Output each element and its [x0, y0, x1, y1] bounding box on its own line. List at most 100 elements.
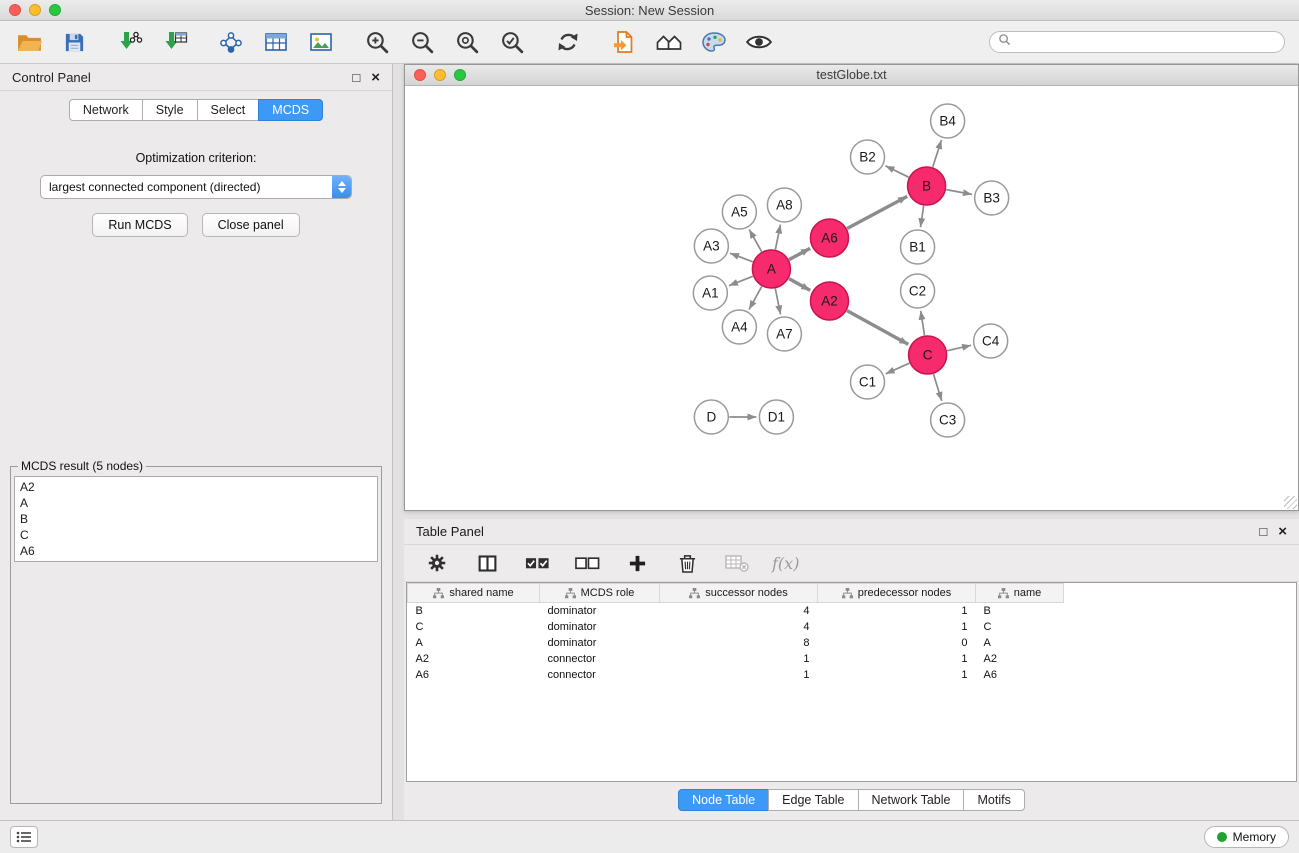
graph-edge-C-C2[interactable]: [921, 311, 925, 335]
graph-edge-A-A8[interactable]: [775, 225, 780, 250]
graph-node-C2[interactable]: C2: [901, 274, 935, 308]
close-panel-icon[interactable]: ×: [371, 70, 380, 85]
graph-node-A8[interactable]: A8: [767, 188, 801, 222]
export-image-icon[interactable]: [306, 27, 336, 57]
select-all-columns-icon[interactable]: [522, 548, 552, 578]
graph-node-A1[interactable]: A1: [693, 276, 727, 310]
graph-node-A3[interactable]: A3: [694, 229, 728, 263]
minimize-traffic-light[interactable]: [29, 4, 41, 16]
graph-edge-A-A6[interactable]: [789, 248, 810, 259]
graph-node-C[interactable]: C: [909, 336, 947, 374]
graph-node-A6[interactable]: A6: [810, 219, 848, 257]
graph-edge-B-B4[interactable]: [933, 140, 942, 167]
show-graphics-details-icon[interactable]: [654, 27, 684, 57]
graph-edge-A-A4[interactable]: [749, 287, 762, 310]
close-panel-button[interactable]: Close panel: [202, 213, 300, 237]
zoom-fit-icon[interactable]: [452, 27, 482, 57]
show-hide-icon[interactable]: [744, 27, 774, 57]
table-row[interactable]: Cdominator41C: [408, 619, 1080, 635]
graph-node-A4[interactable]: A4: [722, 310, 756, 344]
mcds-result-item[interactable]: A6: [20, 543, 372, 559]
graph-node-B1[interactable]: B1: [901, 230, 935, 264]
create-column-plus-icon[interactable]: [622, 548, 652, 578]
graph-edge-B-B3[interactable]: [946, 190, 972, 195]
graph-node-C1[interactable]: C1: [850, 365, 884, 399]
graph-node-B3[interactable]: B3: [975, 181, 1009, 215]
zoom-out-icon[interactable]: [407, 27, 437, 57]
unselect-all-columns-icon[interactable]: [572, 548, 602, 578]
tab-node-table[interactable]: Node Table: [678, 789, 769, 811]
table-close-panel-icon[interactable]: ×: [1278, 524, 1287, 539]
network-zoom-traffic-light[interactable]: [454, 69, 466, 81]
zoom-selected-icon[interactable]: [497, 27, 527, 57]
table-row[interactable]: Adominator80A: [408, 635, 1080, 651]
mcds-result-item[interactable]: C: [20, 527, 372, 543]
column-header-predecessor-nodes[interactable]: predecessor nodes: [818, 584, 976, 603]
graph-edge-A2-C[interactable]: [847, 311, 908, 345]
tab-select[interactable]: Select: [197, 99, 260, 121]
column-header-successor-nodes[interactable]: successor nodes: [660, 584, 818, 603]
graph-node-C3[interactable]: C3: [931, 403, 965, 437]
window-resize-grip[interactable]: [1284, 496, 1297, 509]
graph-edge-A-A1[interactable]: [729, 276, 753, 285]
close-traffic-light[interactable]: [9, 4, 21, 16]
show-columns-icon[interactable]: [472, 548, 502, 578]
network-canvas[interactable]: B4 B2 B B3 A8 A5 A6 A3 B1 A C2 A1 A2 A4 A7 C4 C C1 C3 D D1: [405, 86, 1298, 510]
graph-node-B[interactable]: B: [908, 167, 946, 205]
graph-edge-C-C1[interactable]: [886, 363, 910, 374]
table-float-panel-icon[interactable]: □: [1259, 525, 1267, 538]
memory-button[interactable]: Memory: [1204, 826, 1289, 848]
tab-motifs[interactable]: Motifs: [963, 789, 1024, 811]
graph-node-C4[interactable]: C4: [974, 324, 1008, 358]
mcds-result-item[interactable]: A: [20, 495, 372, 511]
graph-node-D1[interactable]: D1: [759, 400, 793, 434]
table-settings-gear-icon[interactable]: [422, 548, 452, 578]
style-palette-icon[interactable]: [699, 27, 729, 57]
new-table-icon[interactable]: [261, 27, 291, 57]
column-header-name[interactable]: name: [976, 584, 1064, 603]
search-field[interactable]: [989, 31, 1285, 53]
tab-edge-table[interactable]: Edge Table: [768, 789, 858, 811]
graph-edge-C-C3[interactable]: [933, 374, 941, 401]
graph-node-D[interactable]: D: [694, 400, 728, 434]
graph-edge-A6-B[interactable]: [847, 196, 907, 228]
import-network-icon[interactable]: [115, 27, 145, 57]
graph-node-A[interactable]: A: [752, 250, 790, 288]
tab-network-table[interactable]: Network Table: [858, 789, 965, 811]
run-mcds-button[interactable]: Run MCDS: [92, 213, 187, 237]
search-input[interactable]: [1016, 35, 1276, 49]
refresh-icon[interactable]: [553, 27, 583, 57]
open-folder-icon[interactable]: [14, 27, 44, 57]
task-history-button[interactable]: [10, 826, 38, 848]
graph-node-A2[interactable]: A2: [810, 282, 848, 320]
network-close-traffic-light[interactable]: [414, 69, 426, 81]
tab-network[interactable]: Network: [69, 99, 143, 121]
delete-column-trash-icon[interactable]: [672, 548, 702, 578]
graph-node-A7[interactable]: A7: [767, 317, 801, 351]
import-table-icon[interactable]: [160, 27, 190, 57]
table-row[interactable]: A2connector11A2: [408, 651, 1080, 667]
graph-edge-C-C4[interactable]: [947, 345, 971, 350]
table-row[interactable]: A6connector11A6: [408, 667, 1080, 683]
graph-node-A5[interactable]: A5: [722, 195, 756, 229]
column-header-mcds-role[interactable]: MCDS role: [540, 584, 660, 603]
graph-edge-A-A2[interactable]: [789, 279, 810, 291]
criterion-dropdown[interactable]: largest connected component (directed): [40, 175, 352, 199]
open-session-file-icon[interactable]: [609, 27, 639, 57]
network-minimize-traffic-light[interactable]: [434, 69, 446, 81]
new-network-icon[interactable]: [216, 27, 246, 57]
mcds-result-item[interactable]: B: [20, 511, 372, 527]
zoom-in-icon[interactable]: [362, 27, 392, 57]
column-header-shared-name[interactable]: shared name: [408, 584, 540, 603]
tab-mcds[interactable]: MCDS: [258, 99, 323, 121]
graph-edge-A-A5[interactable]: [749, 229, 761, 251]
graph-node-B4[interactable]: B4: [931, 104, 965, 138]
zoom-traffic-light[interactable]: [49, 4, 61, 16]
save-icon[interactable]: [59, 27, 89, 57]
graph-edge-B-B2[interactable]: [885, 166, 908, 177]
float-panel-icon[interactable]: □: [352, 71, 360, 84]
graph-edge-A-A3[interactable]: [730, 253, 753, 262]
graph-node-B2[interactable]: B2: [850, 140, 884, 174]
mcds-result-list[interactable]: A2ABCA6: [14, 476, 378, 562]
tab-style[interactable]: Style: [142, 99, 198, 121]
